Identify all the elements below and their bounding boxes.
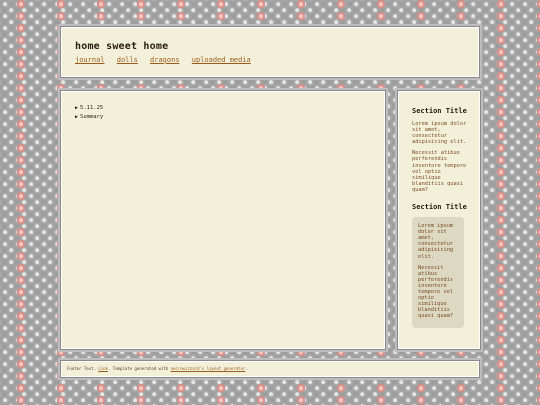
- callout-paragraph: Necessit atibus perferendis inventore te…: [418, 264, 454, 320]
- sidebar-paragraph: Necessit atibus perferendis inventore te…: [412, 150, 467, 193]
- callout-paragraph: Lorem ipsum dolor sit amet, consectetur …: [418, 223, 454, 260]
- nav-link-dolls[interactable]: dolls: [117, 56, 138, 64]
- sidebar-paragraph: Lorem ipsum dolor sit amet, consectetur …: [412, 121, 467, 146]
- footer-text-mid: . Template generated with: [107, 366, 169, 371]
- details-toggle-summary[interactable]: ▶ Summary: [75, 114, 385, 120]
- site-title: home sweet home: [75, 41, 169, 52]
- footer-panel: Footer Text. Link. Template generated wi…: [60, 360, 480, 378]
- details-toggle-summary-label: Summary: [80, 113, 104, 120]
- header-panel: home sweet home journal dolls dragons up…: [60, 26, 480, 78]
- sidebar-section-title: Section Title: [412, 107, 467, 115]
- sidebar-panel: Section Title Lorem ipsum dolor sit amet…: [397, 90, 481, 350]
- footer-text: Footer Text.: [67, 366, 96, 371]
- nav-link-uploaded-media[interactable]: uploaded media: [192, 56, 251, 64]
- triangle-right-icon: ▶: [75, 105, 79, 111]
- triangle-right-icon: ▶: [75, 113, 79, 120]
- nav-link-journal[interactable]: journal: [75, 56, 105, 64]
- footer-text-end: .: [245, 366, 248, 371]
- sidebar-callout-box: Lorem ipsum dolor sit amet, consectetur …: [412, 217, 464, 329]
- layout-generator-link[interactable]: necrowizzard's layout generator: [171, 366, 246, 371]
- details-toggle-date-label: 5.11.25: [80, 105, 104, 111]
- nav-link-dragons[interactable]: dragons: [150, 56, 180, 64]
- nav-links: journal dolls dragons uploaded media: [75, 56, 479, 64]
- details-toggle-date[interactable]: ▶ 5.11.25: [75, 105, 385, 111]
- sidebar-section-title: Section Title: [412, 203, 467, 212]
- main-content-panel: ▶ 5.11.25 ▶ Summary: [60, 90, 386, 350]
- footer-link[interactable]: Link: [98, 366, 108, 371]
